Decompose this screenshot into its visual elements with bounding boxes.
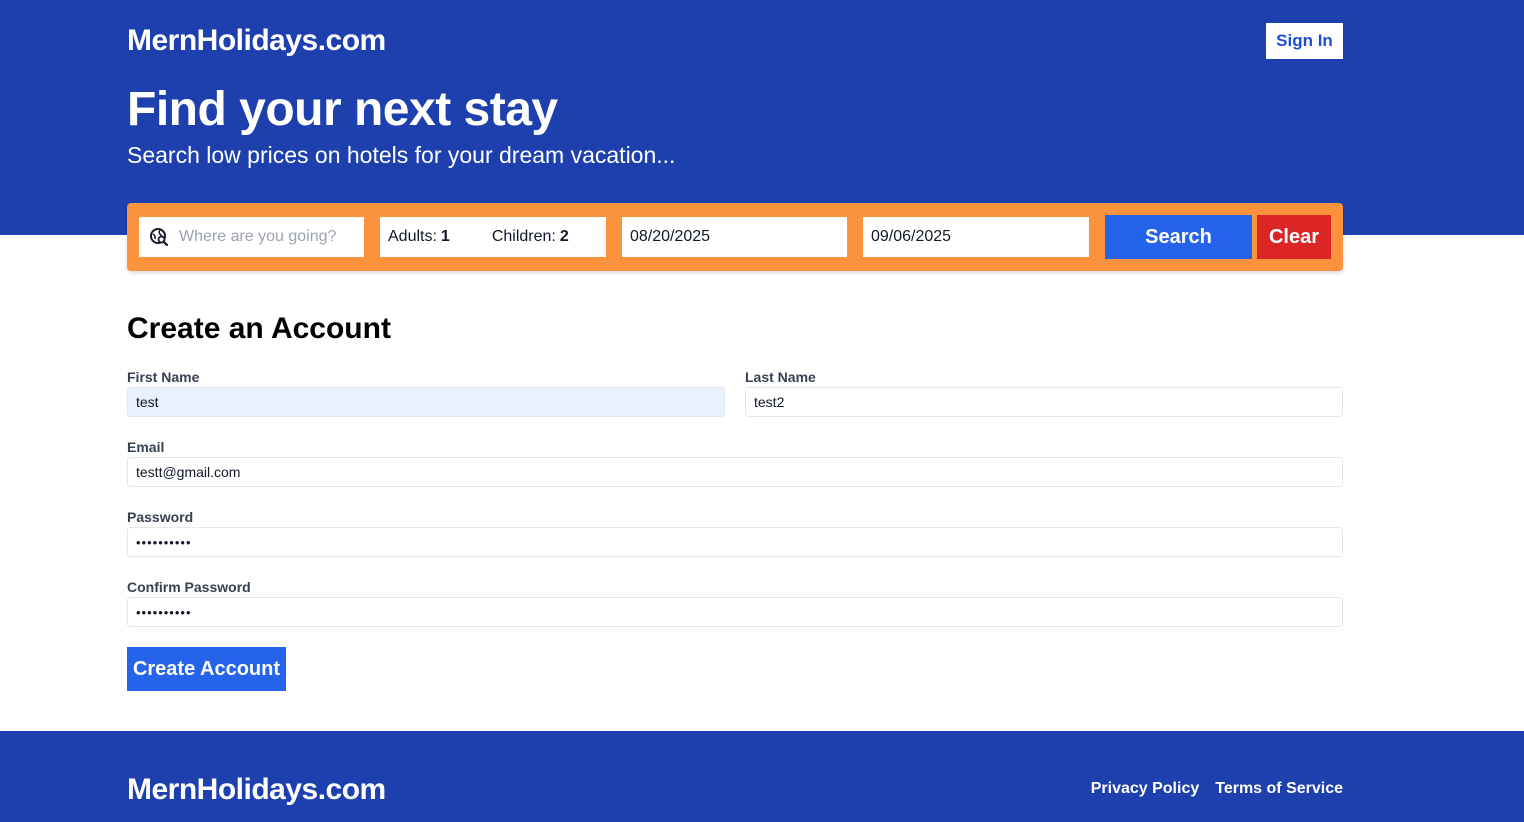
hero-subtitle: Search low prices on hotels for your dre… bbox=[127, 142, 676, 168]
destination-field[interactable] bbox=[139, 217, 364, 257]
check-out-date-input[interactable]: 09/06/2025 bbox=[863, 217, 1089, 257]
footer-brand: MernHolidays.com bbox=[127, 773, 386, 806]
footer-links: Privacy Policy Terms of Service bbox=[1091, 780, 1343, 798]
brand-logo[interactable]: MernHolidays.com bbox=[127, 24, 386, 58]
globe-search-icon bbox=[150, 228, 169, 247]
guests-field: Adults: 1 Children: 2 bbox=[380, 217, 606, 257]
privacy-policy-link[interactable]: Privacy Policy bbox=[1091, 780, 1200, 798]
email-field[interactable]: testt@gmail.com bbox=[127, 457, 1343, 487]
page-title: Create an Account bbox=[127, 312, 391, 345]
adults-label: Adults: bbox=[388, 228, 437, 245]
last-name-label: Last Name bbox=[745, 369, 816, 385]
children-group[interactable]: Children: 2 bbox=[492, 228, 569, 246]
create-account-button[interactable]: Create Account bbox=[127, 647, 286, 691]
footer: MernHolidays.com Privacy Policy Terms of… bbox=[0, 731, 1524, 822]
header: MernHolidays.com Sign In Find your next … bbox=[0, 0, 1524, 235]
confirm-password-label: Confirm Password bbox=[127, 579, 251, 595]
first-name-field[interactable]: test bbox=[127, 387, 725, 417]
password-field[interactable]: •••••••••• bbox=[127, 527, 1343, 557]
first-name-label: First Name bbox=[127, 369, 200, 385]
adults-input[interactable]: 1 bbox=[441, 228, 450, 246]
hero-title: Find your next stay bbox=[127, 83, 558, 136]
confirm-password-field[interactable]: •••••••••• bbox=[127, 597, 1343, 627]
search-bar: Adults: 1 Children: 2 08/20/2025 09/06/2… bbox=[127, 203, 1343, 271]
password-label: Password bbox=[127, 509, 194, 525]
search-button[interactable]: Search bbox=[1105, 215, 1252, 259]
last-name-field[interactable]: test2 bbox=[745, 387, 1343, 417]
children-input[interactable]: 2 bbox=[560, 228, 569, 246]
clear-button[interactable]: Clear bbox=[1257, 215, 1331, 259]
children-label: Children: bbox=[491, 228, 556, 245]
adults-group[interactable]: Adults: 1 bbox=[388, 228, 450, 246]
destination-input[interactable] bbox=[177, 227, 357, 247]
check-in-date-input[interactable]: 08/20/2025 bbox=[622, 217, 847, 257]
sign-in-button[interactable]: Sign In bbox=[1266, 23, 1343, 59]
terms-of-service-link[interactable]: Terms of Service bbox=[1215, 780, 1343, 798]
email-label: Email bbox=[127, 439, 165, 455]
